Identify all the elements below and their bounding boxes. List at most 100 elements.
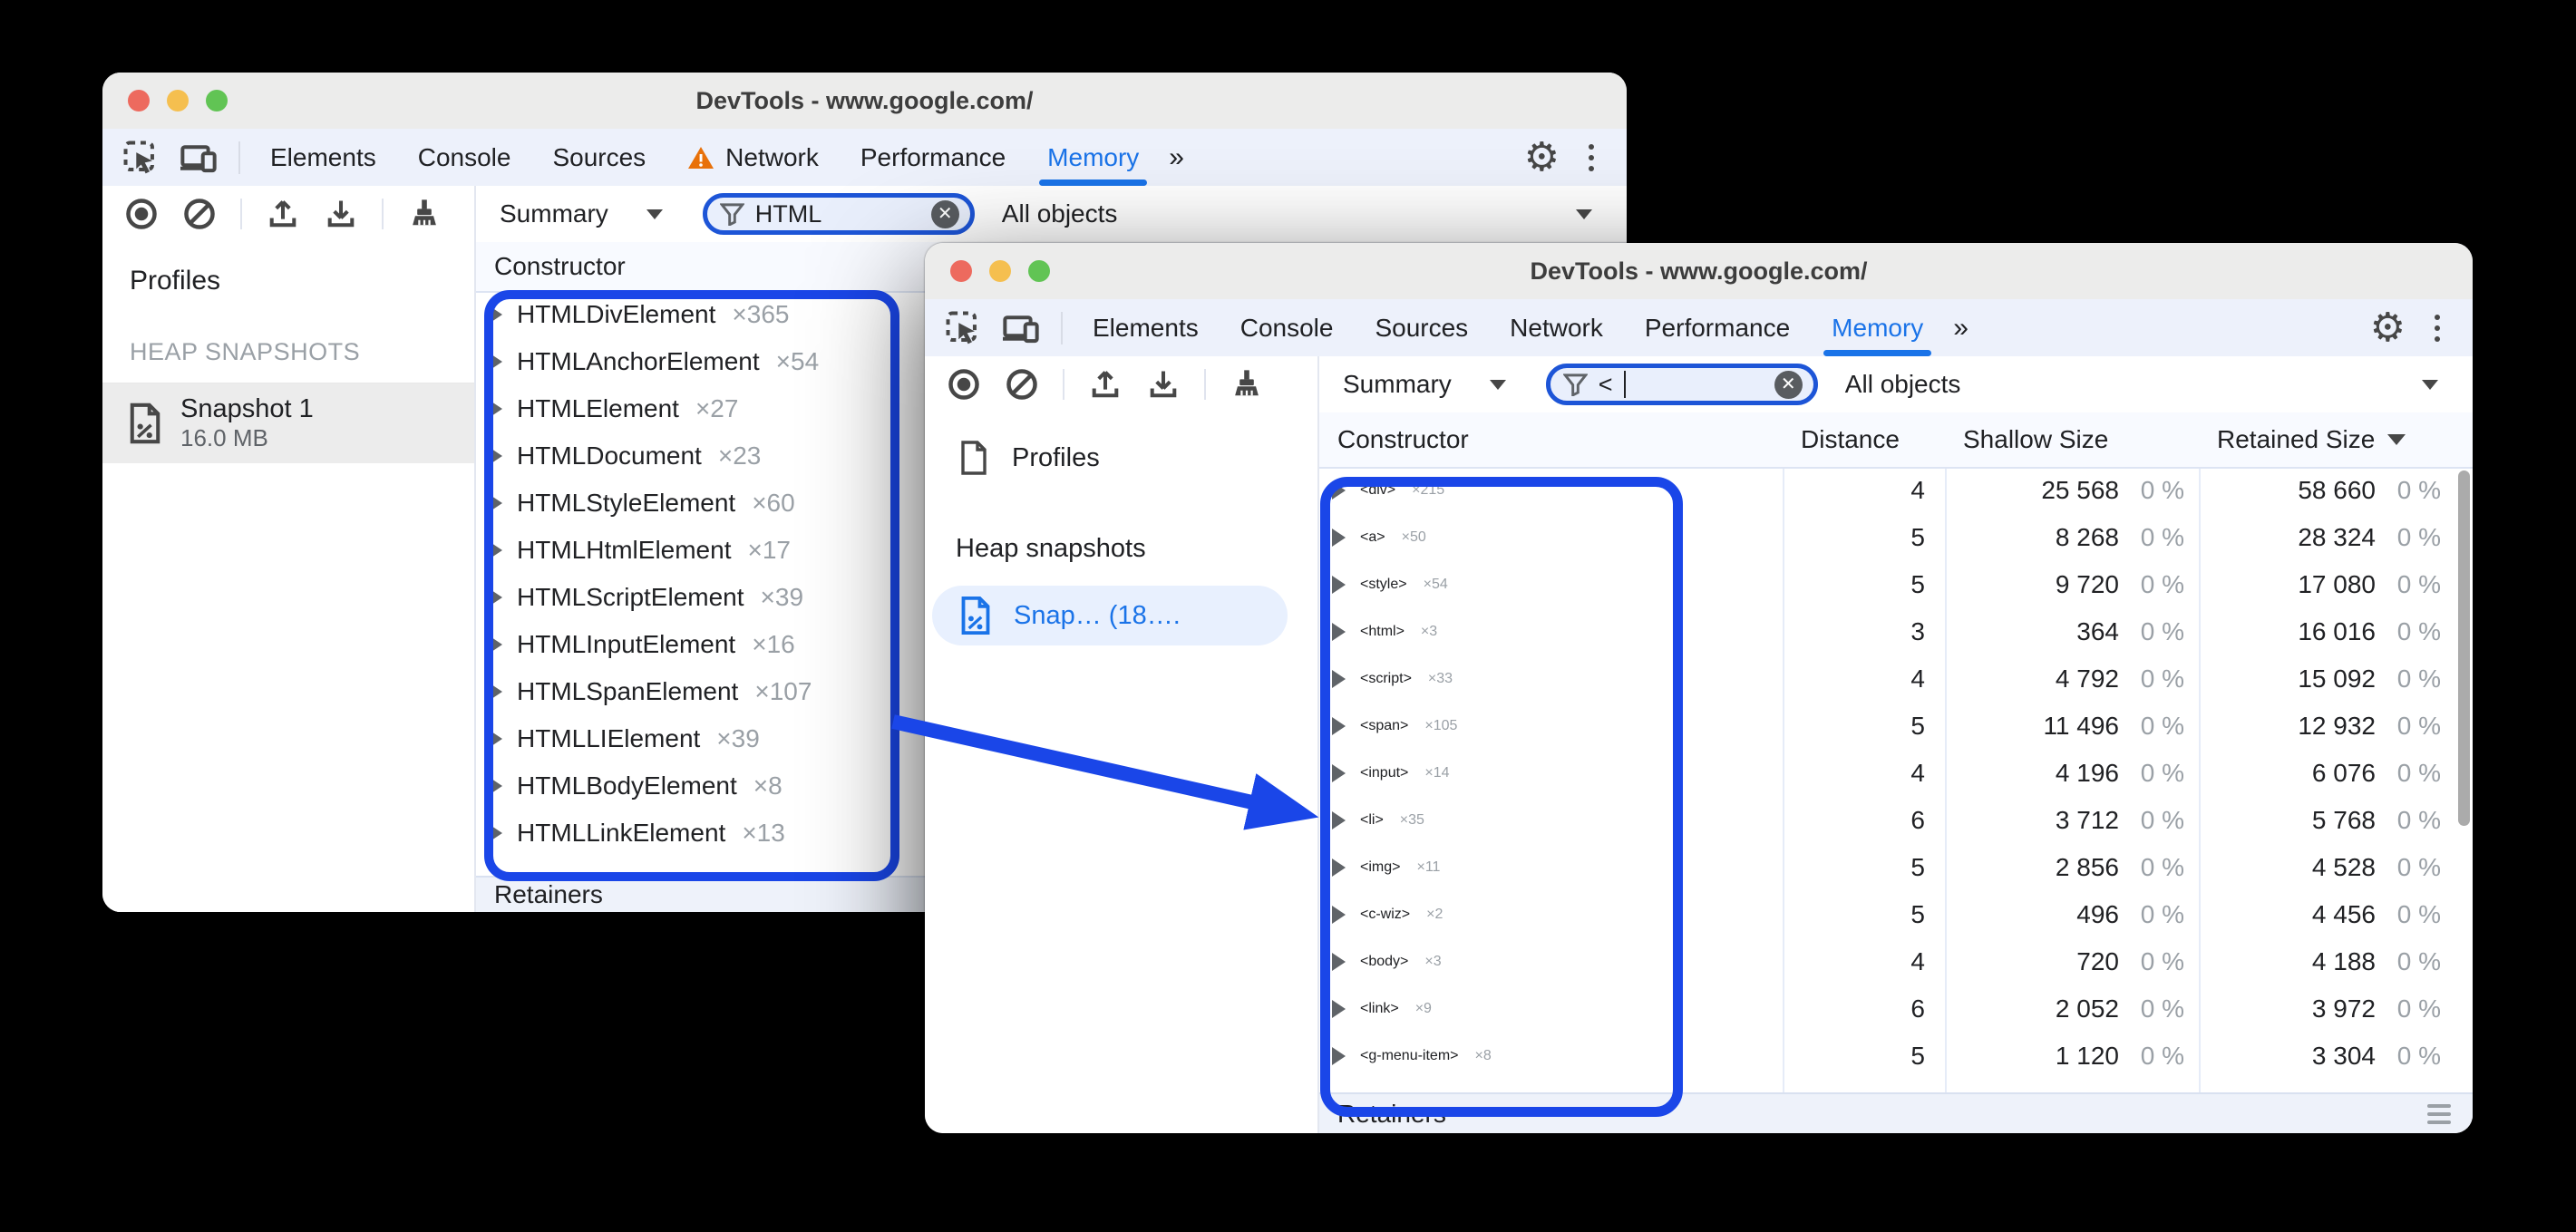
object-scope-caret-icon[interactable]: [1576, 209, 1592, 219]
disclosure-triangle-icon[interactable]: [1332, 717, 1346, 735]
disclosure-triangle-icon[interactable]: [489, 541, 502, 559]
inspect-element-icon[interactable]: [122, 140, 159, 176]
constructor-row[interactable]: <input> ×14 4 4 196 0 % 6 076 0 %: [1319, 750, 2473, 797]
zoom-window-button[interactable]: [1028, 260, 1050, 282]
constructor-column-header[interactable]: Constructor: [476, 252, 626, 281]
settings-gear-icon[interactable]: ⚙: [2370, 307, 2406, 348]
tab-network[interactable]: Network: [1489, 299, 1624, 356]
class-filter-input[interactable]: HTML ✕: [702, 193, 975, 235]
kebab-menu-icon[interactable]: [2429, 309, 2445, 347]
tab-console[interactable]: Console: [1220, 299, 1355, 356]
profiles-header-row[interactable]: Profiles: [925, 440, 1317, 476]
zoom-window-button[interactable]: [206, 90, 228, 112]
distance-column-header[interactable]: Distance: [1783, 425, 1945, 454]
save-profile-icon[interactable]: [1146, 367, 1181, 402]
disclosure-triangle-icon[interactable]: [1332, 670, 1346, 688]
disclosure-triangle-icon[interactable]: [1332, 764, 1346, 782]
close-window-button[interactable]: [128, 90, 150, 112]
tab-sources[interactable]: Sources: [531, 129, 666, 186]
disclosure-triangle-icon[interactable]: [489, 306, 502, 324]
device-toolbar-icon[interactable]: [179, 140, 219, 176]
tab-network[interactable]: Network: [666, 129, 840, 186]
disclosure-triangle-icon[interactable]: [489, 588, 502, 606]
load-profile-icon[interactable]: [1088, 367, 1123, 402]
clear-profiles-icon[interactable]: [1005, 367, 1039, 402]
object-scope-select[interactable]: All objects: [1845, 370, 1961, 399]
perspective-select[interactable]: Summary: [1343, 370, 1452, 399]
constructor-row[interactable]: <body> ×3 4 720 0 % 4 188 0 %: [1319, 938, 2473, 985]
settings-gear-icon[interactable]: ⚙: [1524, 137, 1560, 178]
disclosure-triangle-icon[interactable]: [1332, 529, 1346, 547]
constructor-row[interactable]: <a> ×50 5 8 268 0 % 28 324 0 %: [1319, 514, 2473, 561]
close-window-button[interactable]: [950, 260, 972, 282]
constructor-row[interactable]: <style> ×54 5 9 720 0 % 17 080 0 %: [1319, 561, 2473, 608]
tab-console[interactable]: Console: [397, 129, 532, 186]
clear-brush-icon[interactable]: [407, 197, 442, 231]
more-tabs-button[interactable]: »: [1944, 313, 1978, 344]
more-tabs-button[interactable]: »: [1160, 142, 1193, 173]
object-scope-select[interactable]: All objects: [1002, 199, 1118, 228]
constructor-row[interactable]: <link> ×9 6 2 052 0 % 3 972 0 %: [1319, 985, 2473, 1033]
tab-performance[interactable]: Performance: [1624, 299, 1811, 356]
clear-filter-icon[interactable]: ✕: [1774, 370, 1803, 399]
retained-size-column-header[interactable]: Retained Size: [2199, 425, 2455, 454]
disclosure-triangle-icon[interactable]: [489, 447, 502, 465]
constructor-row[interactable]: <div> ×215 4 25 568 0 % 58 660 0 %: [1319, 467, 2473, 514]
perspective-caret-icon[interactable]: [1489, 379, 1506, 390]
tab-elements[interactable]: Elements: [249, 129, 397, 186]
constructor-row[interactable]: <img> ×11 5 2 856 0 % 4 528 0 %: [1319, 844, 2473, 891]
clear-profiles-icon[interactable]: [182, 197, 217, 231]
perspective-select[interactable]: Summary: [500, 199, 608, 228]
tab-sources[interactable]: Sources: [1354, 299, 1489, 356]
record-heap-snapshot-icon[interactable]: [947, 367, 981, 402]
constructor-row[interactable]: <li> ×35 6 3 712 0 % 5 768 0 %: [1319, 797, 2473, 844]
snapshot-item-selected[interactable]: Snap… (18….: [932, 586, 1288, 645]
constructor-row[interactable]: <html> ×3 3 364 0 % 16 016 0 %: [1319, 608, 2473, 655]
minimize-window-button[interactable]: [167, 90, 189, 112]
disclosure-triangle-icon[interactable]: [1332, 811, 1346, 829]
disclosure-triangle-icon[interactable]: [489, 730, 502, 748]
constructor-row[interactable]: <c-wiz> ×2 5 496 0 % 4 456 0 %: [1319, 891, 2473, 938]
class-filter-input[interactable]: < ✕: [1545, 364, 1818, 405]
clear-filter-icon[interactable]: ✕: [930, 199, 959, 228]
tab-elements[interactable]: Elements: [1072, 299, 1220, 356]
kebab-menu-icon[interactable]: [1583, 139, 1599, 177]
snapshot-item[interactable]: Snapshot 1 16.0 MB: [102, 383, 474, 463]
disclosure-triangle-icon[interactable]: [489, 824, 502, 842]
load-profile-icon[interactable]: [266, 197, 300, 231]
minimize-window-button[interactable]: [989, 260, 1011, 282]
disclosure-triangle-icon[interactable]: [1332, 859, 1346, 877]
disclosure-triangle-icon[interactable]: [1332, 906, 1346, 924]
disclosure-triangle-icon[interactable]: [489, 353, 502, 371]
constructor-row[interactable]: <g-menu-item> ×8 5 1 120 0 % 3 304 0 %: [1319, 1033, 2473, 1080]
device-toolbar-icon[interactable]: [1001, 310, 1041, 346]
vertical-scrollbar-thumb[interactable]: [2458, 470, 2470, 826]
disclosure-triangle-icon[interactable]: [1332, 953, 1346, 971]
object-scope-caret-icon[interactable]: [2422, 379, 2438, 390]
perspective-caret-icon[interactable]: [646, 209, 663, 219]
titlebar[interactable]: DevTools - www.google.com/: [925, 243, 2473, 300]
disclosure-triangle-icon[interactable]: [489, 635, 502, 654]
constructor-row[interactable]: <script> ×33 4 4 792 0 % 15 092 0 %: [1319, 655, 2473, 703]
tab-performance[interactable]: Performance: [840, 129, 1026, 186]
constructor-column-header[interactable]: Constructor: [1319, 425, 1783, 454]
constructor-row[interactable]: <span> ×105 5 11 496 0 % 12 932 0 %: [1319, 703, 2473, 750]
tab-memory[interactable]: Memory: [1026, 129, 1160, 186]
tab-memory[interactable]: Memory: [1811, 299, 1944, 356]
disclosure-triangle-icon[interactable]: [489, 494, 502, 512]
disclosure-triangle-icon[interactable]: [489, 777, 502, 795]
save-profile-icon[interactable]: [324, 197, 358, 231]
record-heap-snapshot-icon[interactable]: [124, 197, 159, 231]
resize-grip-icon[interactable]: [2427, 1103, 2451, 1124]
disclosure-triangle-icon[interactable]: [1332, 481, 1346, 500]
disclosure-triangle-icon[interactable]: [1332, 576, 1346, 594]
titlebar[interactable]: DevTools - www.google.com/: [102, 73, 1627, 130]
retainers-bar[interactable]: Retainers: [1319, 1092, 2473, 1133]
disclosure-triangle-icon[interactable]: [1332, 623, 1346, 641]
disclosure-triangle-icon[interactable]: [1332, 1000, 1346, 1018]
shallow-size-column-header[interactable]: Shallow Size: [1945, 425, 2199, 454]
disclosure-triangle-icon[interactable]: [489, 400, 502, 418]
inspect-element-icon[interactable]: [945, 310, 981, 346]
disclosure-triangle-icon[interactable]: [489, 683, 502, 701]
disclosure-triangle-icon[interactable]: [1332, 1047, 1346, 1065]
